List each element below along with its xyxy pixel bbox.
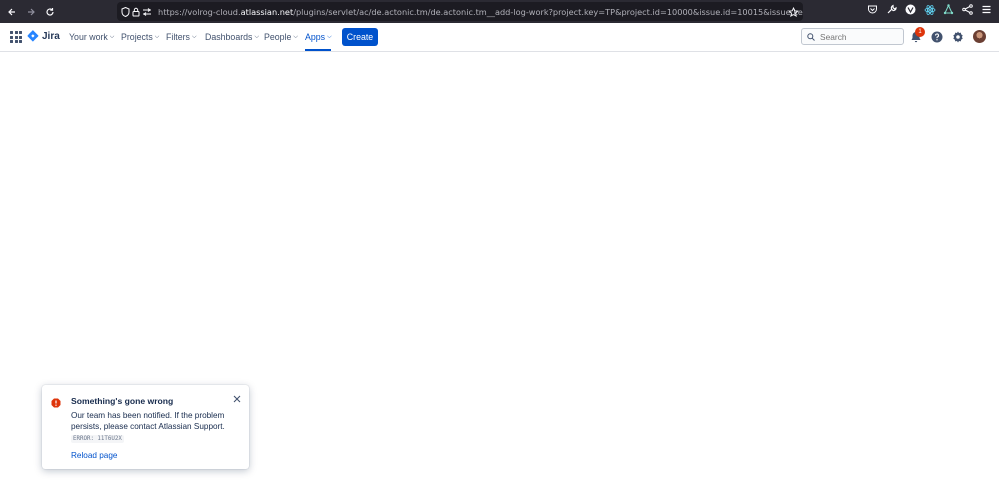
nav-apps[interactable]: Apps ⌵ — [305, 30, 332, 44]
chevron-down-icon: ⌵ — [327, 34, 332, 40]
error-code: ERROR: 11T6U2X — [71, 435, 124, 443]
nav-projects-label: Projects — [121, 32, 153, 42]
lock-icon[interactable] — [132, 6, 140, 18]
graph-extension-icon[interactable] — [942, 3, 955, 16]
url-text[interactable]: https://volrog-cloud.atlassian.net/plugi… — [158, 7, 803, 17]
flag-description: Our team has been notified. If the probl… — [71, 411, 225, 431]
close-icon[interactable] — [233, 395, 241, 405]
user-avatar[interactable] — [973, 30, 986, 43]
chevron-down-icon: ⌵ — [293, 34, 298, 40]
pocket-icon[interactable] — [866, 3, 879, 16]
browser-toolbar: https://volrog-cloud.atlassian.net/plugi… — [0, 0, 999, 23]
jira-logo-icon — [27, 30, 39, 42]
share-extension-icon[interactable] — [961, 3, 974, 16]
chevron-down-icon: ⌵ — [254, 34, 259, 40]
chevron-down-icon: ⌵ — [154, 34, 160, 40]
wrench-icon[interactable] — [885, 3, 898, 16]
nav-projects[interactable]: Projects ⌵ — [121, 30, 159, 44]
reload-icon[interactable] — [41, 3, 59, 21]
nav-filters[interactable]: Filters ⌵ — [166, 30, 197, 44]
bookmark-star-icon[interactable] — [788, 5, 799, 21]
reload-page-link[interactable]: Reload page — [71, 451, 117, 460]
jira-logo[interactable]: Jira — [27, 30, 60, 42]
flag-title: Something's gone wrong — [71, 396, 174, 406]
create-button[interactable]: Create — [342, 28, 378, 46]
vue-devtools-icon[interactable] — [904, 3, 917, 16]
forward-icon[interactable] — [22, 3, 40, 21]
nav-people[interactable]: People ⌵ — [264, 30, 298, 44]
permissions-icon[interactable] — [142, 6, 152, 18]
app-switcher-icon[interactable] — [10, 31, 22, 43]
extension-icons — [866, 3, 993, 16]
nav-your-work-label: Your work — [69, 32, 108, 42]
nav-filters-label: Filters — [166, 32, 190, 42]
search-input[interactable] — [820, 31, 900, 42]
help-icon[interactable] — [930, 30, 944, 44]
nav-dashboards-label: Dashboards — [205, 32, 253, 42]
error-flag: Something's gone wrong Our team has been… — [42, 385, 249, 469]
nav-people-label: People — [264, 32, 292, 42]
chevron-down-icon: ⌵ — [109, 34, 115, 40]
react-devtools-icon[interactable] — [923, 3, 936, 16]
settings-gear-icon[interactable] — [951, 30, 965, 44]
search-icon — [807, 32, 815, 41]
error-icon — [51, 395, 61, 408]
shield-icon[interactable] — [121, 6, 130, 18]
nav-dashboards[interactable]: Dashboards ⌵ — [205, 30, 259, 44]
search-box[interactable] — [801, 28, 904, 45]
back-icon[interactable] — [3, 3, 21, 21]
jira-logo-text: Jira — [42, 30, 60, 42]
active-nav-indicator — [305, 49, 331, 51]
nav-apps-label: Apps — [305, 32, 326, 42]
nav-your-work[interactable]: Your work ⌵ — [69, 30, 114, 44]
chevron-down-icon: ⌵ — [191, 34, 197, 40]
url-bar[interactable]: https://volrog-cloud.atlassian.net/plugi… — [117, 2, 803, 21]
menu-icon[interactable] — [980, 3, 993, 16]
notification-count-badge: 1 — [915, 27, 925, 37]
